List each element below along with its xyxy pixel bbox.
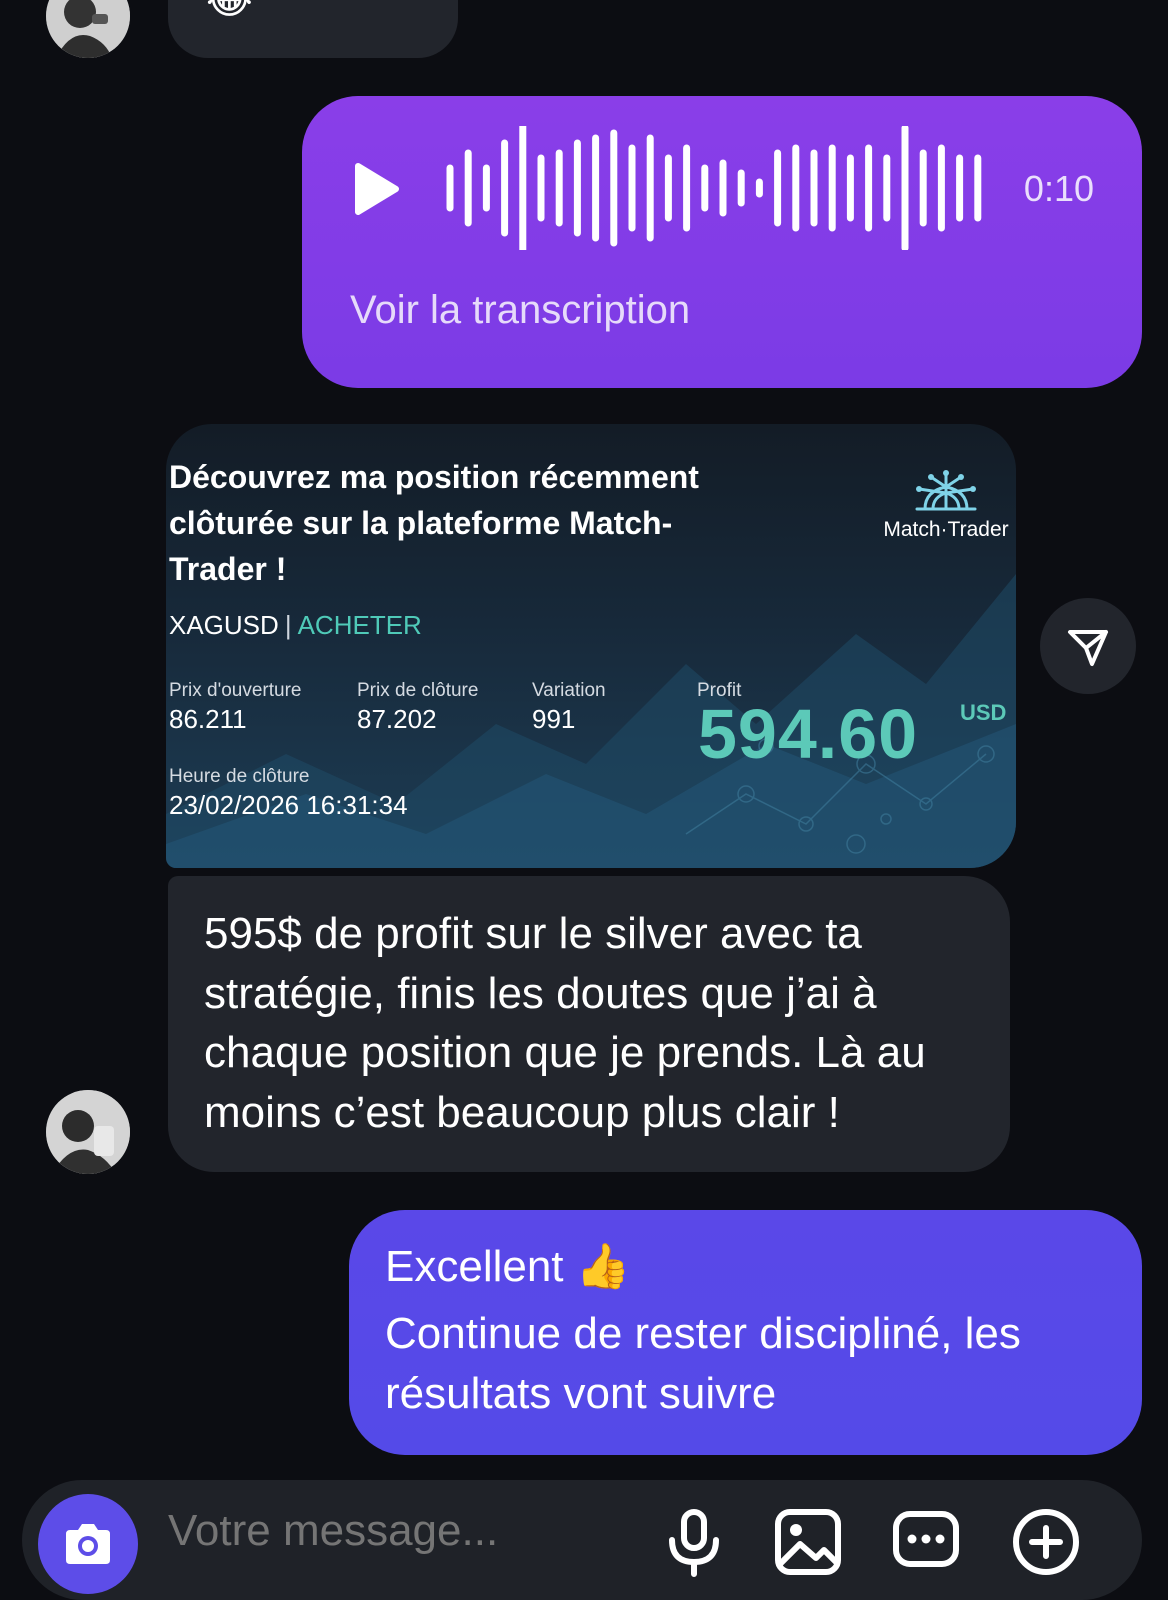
share-icon <box>1068 630 1108 666</box>
trade-share-card[interactable]: Découvrez ma position récemment clôturée… <box>166 424 1016 868</box>
voice-duration: 0:10 <box>1023 168 1094 209</box>
match-trader-logo-icon <box>915 470 977 511</box>
open-price-value: 86.211 <box>169 704 247 734</box>
trade-direction: ACHETER <box>297 610 422 640</box>
share-button[interactable] <box>1040 598 1136 694</box>
message-text: 595$ de profit sur le silver avec ta str… <box>204 909 926 1137</box>
outgoing-message-bubble[interactable]: Excellent 👍 Continue de rester disciplin… <box>349 1210 1142 1455</box>
variation-label: Variation <box>532 680 606 701</box>
chat-bubble-icon[interactable] <box>890 1506 962 1578</box>
image-icon[interactable] <box>772 1506 844 1578</box>
close-time-value: 23/02/2026 16:31:34 <box>169 790 408 820</box>
microphone-icon[interactable] <box>658 1506 730 1578</box>
play-icon[interactable] <box>354 162 400 216</box>
profit-currency: USD <box>960 700 1007 725</box>
waveform[interactable] <box>444 126 984 250</box>
message-text-line2: Continue de rester discipliné, les résul… <box>385 1309 1021 1418</box>
trade-symbol-line: XAGUSD | ACHETER <box>169 610 422 641</box>
trade-symbol: XAGUSD <box>169 610 279 640</box>
profit-value: 594.60 <box>698 695 919 773</box>
close-price-label: Prix de clôture <box>357 680 479 701</box>
brand-name: Match·Trader <box>883 518 1009 541</box>
camera-icon <box>66 1524 110 1564</box>
variation-value: 991 <box>532 704 576 734</box>
close-time-label: Heure de clôture <box>169 766 310 787</box>
incoming-message-bubble[interactable]: 595$ de profit sur le silver avec ta str… <box>168 876 1010 1172</box>
message-composer <box>22 1480 1142 1600</box>
message-text-line1: Excellent 👍 <box>385 1242 631 1291</box>
emoji: 😂 <box>206 0 253 22</box>
view-transcript-link[interactable]: Voir la transcription <box>350 288 690 333</box>
camera-button[interactable] <box>38 1494 138 1594</box>
avatar[interactable] <box>46 0 130 58</box>
incoming-message-bubble[interactable]: 😂 <box>168 0 458 58</box>
avatar[interactable] <box>46 1090 130 1174</box>
voice-message-bubble[interactable]: 0:10 Voir la transcription <box>302 96 1142 388</box>
message-input[interactable] <box>168 1506 628 1556</box>
close-price-value: 87.202 <box>357 704 437 734</box>
match-trader-logo: Match·Trader <box>871 469 1016 542</box>
separator: | <box>284 610 292 640</box>
plus-circle-icon[interactable] <box>1010 1506 1082 1578</box>
open-price-label: Prix d'ouverture <box>169 680 302 701</box>
card-title: Découvrez ma position récemment clôturée… <box>169 459 699 587</box>
